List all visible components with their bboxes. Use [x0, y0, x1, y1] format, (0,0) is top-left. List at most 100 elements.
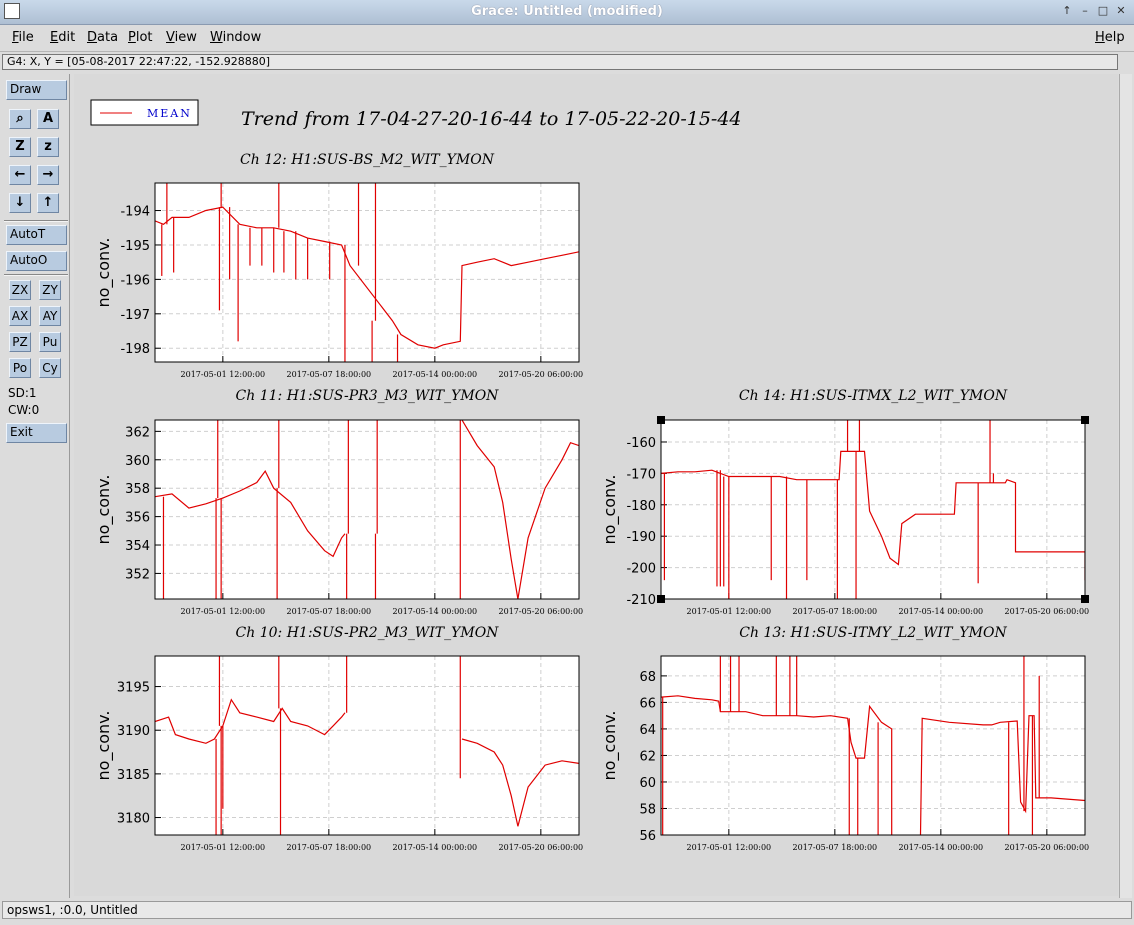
sd-label: SD:1: [8, 386, 37, 400]
menu-plot[interactable]: Plot: [128, 30, 153, 45]
x-tick-label: 2017-05-07 18:00:00: [287, 607, 372, 616]
chart-graph-3[interactable]: 3195 3190 3185 3180 2017-05-01 12:00:00 2017-…: [94, 625, 583, 852]
menu-edit[interactable]: Edit: [50, 30, 75, 45]
x-tick-label: 2017-05-20 06:00:00: [1005, 843, 1090, 852]
y-tick-label: 66: [639, 696, 656, 711]
chart-background: [155, 420, 579, 599]
chart-graph-4[interactable]: 68 66 64 62 60 58 56 2017-05-01 12:00:00 2017-05…: [600, 625, 1089, 852]
y-tick-label: 3190: [117, 724, 150, 739]
autot-button[interactable]: AutoT: [6, 225, 67, 245]
y-tick-label: 3195: [117, 681, 150, 696]
selection-handle[interactable]: [1081, 416, 1089, 424]
menu-bar: File Edit Data Plot View Window Help: [0, 25, 1134, 52]
menu-window[interactable]: Window: [210, 30, 261, 45]
chart-title: Ch 10: H1:SUS-PR2_M3_WIT_YMON: [236, 625, 500, 641]
x-tick-label: 2017-05-20 06:00:00: [499, 607, 584, 616]
cw-label: CW:0: [8, 403, 40, 417]
tool-panel: Draw ⌕ A Z z ← → ↓ ↑ AutoT AutoO ZX ZY A…: [2, 74, 70, 898]
vertical-scrollbar[interactable]: [1119, 74, 1132, 898]
window-maximize-icon[interactable]: □: [1096, 4, 1110, 18]
menu-help[interactable]: Help: [1095, 30, 1125, 45]
locator-readout: G4: X, Y = [05-08-2017 22:47:22, -152.92…: [2, 54, 1118, 70]
draw-button[interactable]: Draw: [6, 80, 67, 100]
zoom-z-small-icon[interactable]: z: [37, 137, 59, 157]
x-tick-label: 2017-05-07 18:00:00: [287, 843, 372, 852]
window-minimize-icon[interactable]: –: [1078, 4, 1092, 18]
x-tick-label: 2017-05-07 18:00:00: [793, 843, 878, 852]
y-tick-label: -195: [120, 239, 150, 254]
chart-graph-0[interactable]: -194 -195 -196 -197 -198 2017-05-01 12:00:00 2…: [94, 152, 583, 379]
menu-file[interactable]: File: [12, 30, 34, 45]
x-tick-label: 2017-05-14 00:00:00: [393, 370, 478, 379]
arrow-left-icon[interactable]: ←: [9, 165, 31, 185]
legend-label: MEAN: [147, 107, 192, 120]
status-bar: opsws1, :0.0, Untitled: [2, 901, 1132, 919]
main-title: Trend from 17-04-27-20-16-44 to 17-05-22…: [241, 108, 742, 130]
menu-view[interactable]: View: [166, 30, 197, 45]
plot-area[interactable]: MEAN Trend from 17-04-27-20-16-44 to 17-…: [74, 74, 1118, 896]
zy-button[interactable]: ZY: [39, 280, 61, 300]
y-tick-label: 362: [125, 425, 150, 440]
chart-graph-2[interactable]: -160 -170 -180 -190 -200 -210 2017-05-01 12:00…: [600, 388, 1089, 616]
y-axis-label: no_conv.: [94, 475, 114, 545]
chart-background: [155, 183, 579, 362]
arrow-up-icon[interactable]: ↑: [37, 193, 59, 213]
selection-handle[interactable]: [657, 595, 665, 603]
chart-title: Ch 12: H1:SUS-BS_M2_WIT_YMON: [240, 152, 495, 168]
exit-button[interactable]: Exit: [6, 423, 67, 443]
y-tick-label: 352: [125, 567, 150, 582]
y-axis-label: no_conv.: [94, 711, 114, 781]
y-tick-label: 3180: [117, 812, 150, 827]
chart-title: Ch 14: H1:SUS-ITMX_L2_WIT_YMON: [739, 388, 1008, 404]
window-raise-icon[interactable]: ↑: [1060, 4, 1074, 18]
y-tick-label: -190: [626, 530, 656, 545]
y-tick-label: -160: [626, 436, 656, 451]
x-tick-label: 2017-05-01 12:00:00: [687, 607, 772, 616]
magnifier-icon[interactable]: ⌕: [9, 109, 31, 129]
y-tick-label: 60: [639, 776, 656, 791]
y-tick-label: 356: [125, 511, 150, 526]
y-tick-label: 354: [125, 539, 150, 554]
chart-title: Ch 13: H1:SUS-ITMY_L2_WIT_YMON: [739, 625, 1007, 641]
zoom-z-big-icon[interactable]: Z: [9, 137, 31, 157]
cy-button[interactable]: Cy: [39, 358, 61, 378]
y-tick-label: -170: [626, 467, 656, 482]
pz-button[interactable]: PZ: [9, 332, 31, 352]
chart-background: [155, 656, 579, 835]
y-tick-label: -200: [626, 562, 656, 577]
y-tick-label: -210: [626, 593, 656, 608]
menu-data[interactable]: Data: [87, 30, 118, 45]
x-tick-label: 2017-05-01 12:00:00: [181, 370, 266, 379]
y-tick-label: 68: [639, 670, 656, 685]
arrow-right-icon[interactable]: →: [37, 165, 59, 185]
text-icon[interactable]: A: [37, 109, 59, 129]
x-tick-label: 2017-05-01 12:00:00: [687, 843, 772, 852]
y-tick-label: 58: [639, 802, 656, 817]
chart-title: Ch 11: H1:SUS-PR3_M3_WIT_YMON: [236, 388, 500, 404]
ay-button[interactable]: AY: [39, 306, 61, 326]
chart-background: [661, 420, 1085, 599]
zx-button[interactable]: ZX: [9, 280, 31, 300]
y-tick-label: -196: [120, 273, 150, 288]
po-button[interactable]: Po: [9, 358, 31, 378]
y-tick-label: -197: [120, 308, 150, 323]
selection-handle[interactable]: [657, 416, 665, 424]
graph-canvas[interactable]: MEAN Trend from 17-04-27-20-16-44 to 17-…: [74, 74, 1118, 896]
x-tick-label: 2017-05-14 00:00:00: [393, 843, 478, 852]
x-tick-label: 2017-05-14 00:00:00: [393, 607, 478, 616]
ax-button[interactable]: AX: [9, 306, 31, 326]
window-close-icon[interactable]: ✕: [1114, 4, 1128, 18]
pu-button[interactable]: Pu: [39, 332, 61, 352]
x-tick-label: 2017-05-14 00:00:00: [899, 607, 984, 616]
chart-graph-1[interactable]: 362 360 358 356 354 352 2017-05-01 12:00:00 201…: [94, 388, 583, 616]
x-tick-label: 2017-05-20 06:00:00: [499, 843, 584, 852]
y-tick-label: 56: [639, 829, 656, 844]
y-tick-label: 3185: [117, 768, 150, 783]
arrow-down-icon[interactable]: ↓: [9, 193, 31, 213]
y-tick-label: -194: [120, 205, 150, 220]
y-tick-label: 64: [639, 723, 656, 738]
window-titlebar[interactable]: Grace: Untitled (modified) ↑ – □ ✕: [0, 0, 1134, 25]
window-title: Grace: Untitled (modified): [471, 4, 663, 19]
selection-handle[interactable]: [1081, 595, 1089, 603]
autoo-button[interactable]: AutoO: [6, 251, 67, 271]
